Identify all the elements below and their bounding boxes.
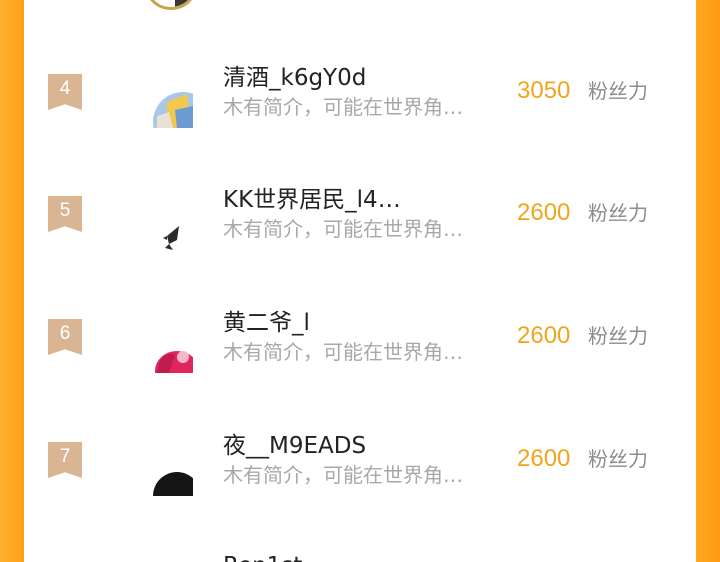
avatar[interactable] [153, 88, 193, 128]
right-frame-border [696, 0, 720, 562]
fan-power-unit: 粉丝力 [588, 447, 648, 471]
avatar-rank-3[interactable] [144, 0, 198, 10]
user-description: 木有简介，可能在世界角… [223, 340, 463, 364]
left-frame-border [0, 0, 24, 562]
user-name[interactable]: 黄二爷_l [223, 309, 310, 337]
fan-power-score: 2600 [517, 199, 571, 226]
rank-number: 6 [59, 323, 71, 344]
fan-power-score: 3050 [517, 77, 571, 104]
user-description: 木有简介，可能在世界角… [223, 217, 463, 241]
fan-power-unit: 粉丝力 [588, 324, 648, 348]
user-name[interactable]: 清酒_k6gY0d [223, 64, 366, 92]
avatar[interactable] [153, 333, 193, 373]
avatar[interactable] [153, 210, 193, 250]
user-name[interactable]: 夜__M9EADS [223, 432, 366, 460]
fan-power-score: 2600 [517, 445, 571, 472]
leaderboard-row[interactable]: 6 黄二爷_l 木有简介，可能在世界角… 2600 粉丝力 [24, 309, 696, 399]
rank-number: 7 [59, 446, 71, 467]
rank-badge: 5 [48, 196, 82, 232]
next-user-name-partial[interactable]: Ren1st [223, 552, 302, 562]
user-name[interactable]: KK世界居民_l4… [223, 186, 401, 214]
user-description: 木有简介，可能在世界角… [223, 95, 463, 119]
leaderboard-row[interactable]: 7 夜__M9EADS 木有简介，可能在世界角… 2600 粉丝力 [24, 432, 696, 522]
user-description: 木有简介，可能在世界角… [223, 463, 463, 487]
rank-number: 5 [59, 200, 71, 221]
rank-number: 4 [59, 78, 71, 99]
rank-badge: 4 [48, 74, 82, 110]
leaderboard-row[interactable]: 4 清酒_k6gY0d 木有简介，可能在世界角… 3050 粉丝力 [24, 64, 696, 154]
fan-power-unit: 粉丝力 [588, 79, 648, 103]
leaderboard-row[interactable]: 5 KK世界居民_l4… 木有简介，可能在世界角… 2600 粉丝力 [24, 186, 696, 276]
rank-badge: 7 [48, 442, 82, 478]
leaderboard-card: 4 清酒_k6gY0d 木有简介，可能在世界角… 3050 粉丝力 5 KK世界… [24, 0, 696, 562]
avatar[interactable] [153, 456, 193, 496]
rank-badge: 6 [48, 319, 82, 355]
fan-power-score: 2600 [517, 322, 571, 349]
fan-power-unit: 粉丝力 [588, 201, 648, 225]
